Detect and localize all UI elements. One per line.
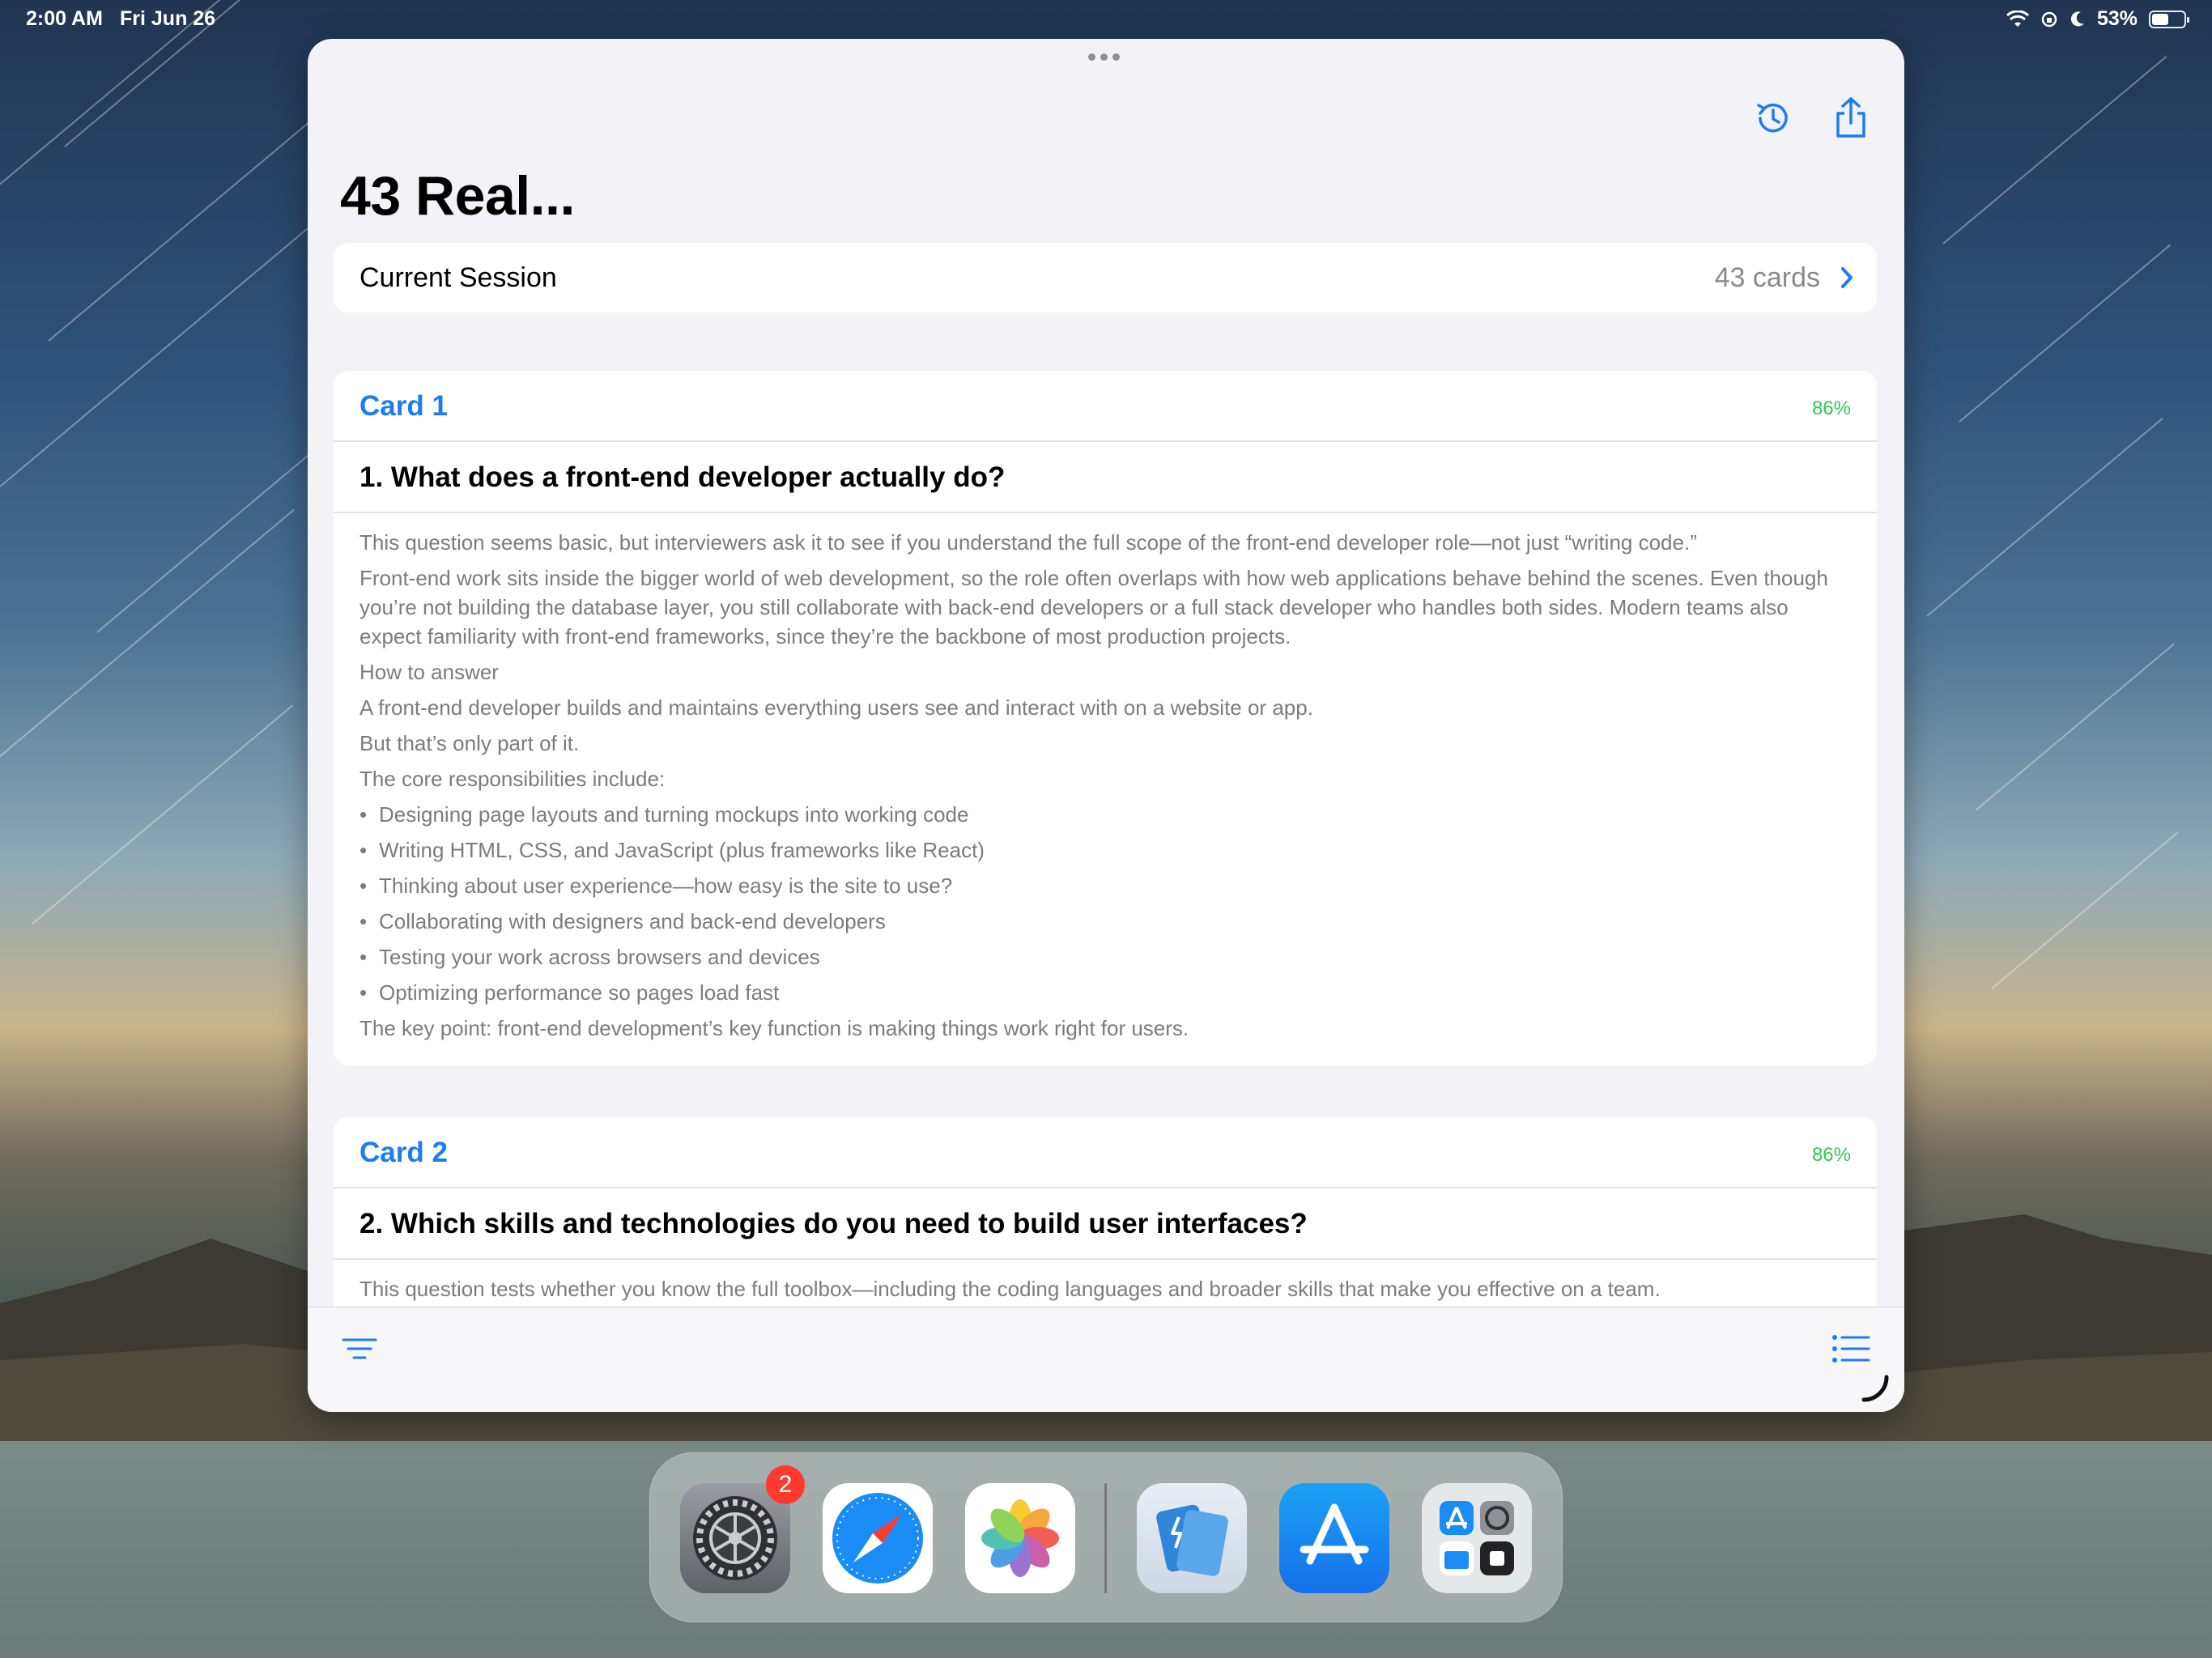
app-library-icon <box>1440 1501 1514 1575</box>
answer-paragraph: This question tests whether you know the… <box>359 1277 1661 1301</box>
multitasking-handle[interactable] <box>1088 53 1120 61</box>
bullet-text: Testing your work across browsers and de… <box>379 945 820 969</box>
bottom-toolbar <box>308 1307 1904 1412</box>
chevron-right-icon <box>1841 267 1853 288</box>
battery-percent: 53% <box>2096 7 2138 30</box>
flashcards-window: 43 Real... Current Session 43 cards Card… <box>308 39 1904 1412</box>
card-title: Card 2 <box>359 1137 448 1168</box>
page-title: 43 Real... <box>340 165 575 227</box>
bullet-text: Designing page layouts and turning mocku… <box>379 802 969 827</box>
resize-handle-icon[interactable] <box>1861 1374 1890 1403</box>
answer-paragraph: The core responsibilities include: <box>359 767 666 791</box>
wifi-icon <box>2006 10 2029 27</box>
status-bar: 2:00 AM Fri Jun 26 53% <box>0 0 2212 39</box>
bullet-item: • Testing your work across browsers and d… <box>359 942 1851 971</box>
card-answer: This question tests whether you know the… <box>334 1260 1877 1307</box>
answer-paragraph: But that’s only part of it. <box>359 731 580 755</box>
session-label: Current Session <box>359 262 557 293</box>
card-percent: 86% <box>1811 1144 1851 1166</box>
card-question: 2. Which skills and technologies do you … <box>334 1188 1877 1260</box>
bullet-text: Writing HTML, CSS, and JavaScript (plus … <box>379 838 985 862</box>
answer-paragraph: This question seems basic, but interview… <box>359 530 1697 555</box>
bullet-item: • Collaborating with designers and back-e… <box>359 907 1851 936</box>
status-date: Fri Jun 26 <box>120 7 216 30</box>
status-time: 2:00 AM <box>26 7 103 30</box>
card-question-text: 1. What does a front-end developer actua… <box>359 461 1006 493</box>
orientation-lock-icon <box>2041 11 2057 27</box>
content-scroll[interactable]: 43 Real... Current Session 43 cards Card… <box>308 39 1904 1307</box>
dock-app-app-store[interactable] <box>1279 1483 1389 1593</box>
card-percent: 86% <box>1811 397 1851 419</box>
filter-button[interactable] <box>342 1337 377 1367</box>
bullet-item: • Optimizing performance so pages load fa… <box>359 978 1851 1007</box>
settings-badge: 2 <box>766 1465 805 1504</box>
answer-paragraph: Front-end work sits inside the bigger wo… <box>359 566 1828 648</box>
answer-paragraph: The key point: front-end development’s k… <box>359 1016 1189 1040</box>
card-header: Card 2 86% <box>334 1117 1877 1188</box>
bullet-text: Thinking about user experience—how easy … <box>379 874 953 898</box>
dock-app-safari[interactable] <box>823 1483 933 1593</box>
bullet-text: Optimizing performance so pages load fas… <box>379 980 780 1005</box>
dock-app-photos[interactable] <box>965 1483 1075 1593</box>
card-question-text: 2. Which skills and technologies do you … <box>359 1208 1308 1239</box>
battery-icon <box>2149 10 2189 28</box>
history-icon <box>1757 103 1788 133</box>
card-title: Card 1 <box>359 390 448 422</box>
card-answer: This question seems basic, but interview… <box>334 513 1877 1065</box>
answer-paragraph: How to answer <box>359 660 499 684</box>
dock-divider <box>1104 1483 1107 1593</box>
list-button[interactable] <box>1831 1333 1870 1368</box>
moon-icon <box>2070 11 2084 26</box>
compass-icon <box>832 1493 923 1584</box>
dock-app-library[interactable] <box>1422 1483 1532 1593</box>
session-count: 43 cards <box>1714 262 1820 293</box>
history-button[interactable] <box>1750 96 1796 141</box>
list-icon <box>1832 1335 1870 1363</box>
bullet-item: • Thinking about user experience—how easy… <box>359 871 1851 900</box>
bullet-text: Collaborating with designers and back-en… <box>379 909 886 933</box>
flashcards-icon <box>1156 1504 1228 1576</box>
card-header: Card 1 86% <box>334 371 1877 442</box>
answer-paragraph: A front-end developer builds and maintai… <box>359 695 1313 720</box>
flashcard[interactable]: Card 1 86% 1. What does a front-end deve… <box>334 371 1877 1065</box>
filter-icon <box>342 1338 377 1359</box>
bullet-item: • Writing HTML, CSS, and JavaScript (plus… <box>359 835 1851 865</box>
flashcard[interactable]: Card 2 86% 2. Which skills and technolog… <box>334 1117 1877 1307</box>
current-session-row[interactable]: Current Session 43 cards <box>334 243 1877 312</box>
share-button[interactable] <box>1828 96 1874 141</box>
app-store-icon <box>1300 1503 1369 1565</box>
photos-flower-icon <box>981 1499 1059 1577</box>
share-icon <box>1836 97 1865 138</box>
dock-app-flashcards[interactable] <box>1137 1483 1247 1593</box>
card-question: 1. What does a front-end developer actua… <box>334 442 1877 513</box>
bullet-item: • Designing page layouts and turning mock… <box>359 800 1851 829</box>
